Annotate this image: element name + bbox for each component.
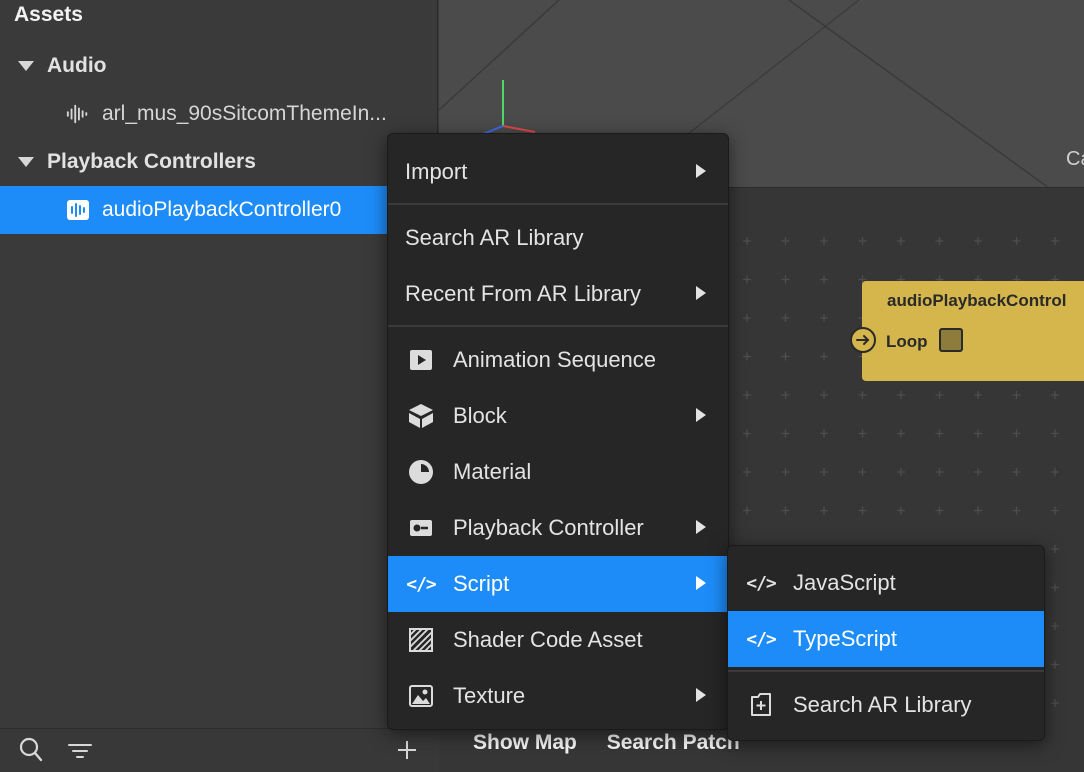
- playback-controller-icon: [408, 516, 434, 540]
- input-port-icon[interactable]: [850, 327, 876, 353]
- loop-checkbox[interactable]: [939, 328, 963, 352]
- menu-item-label: Animation Sequence: [453, 347, 657, 372]
- submenu-item-typescript[interactable]: </> TypeScript: [728, 611, 1044, 667]
- chevron-right-icon: [696, 576, 706, 590]
- menu-item-recent-ar-library[interactable]: Recent From AR Library: [388, 266, 728, 322]
- menu-item-label: TypeScript: [793, 626, 897, 651]
- menu-item-animation-sequence[interactable]: Animation Sequence: [388, 332, 728, 388]
- menu-divider: [388, 325, 728, 327]
- menu-item-label: Recent From AR Library: [405, 281, 641, 306]
- show-map-button[interactable]: Show Map: [473, 731, 577, 754]
- hatched-square-icon: [408, 628, 434, 652]
- chevron-down-icon[interactable]: [18, 61, 34, 71]
- menu-item-label: Block: [453, 403, 507, 428]
- menu-item-material[interactable]: Material: [388, 444, 728, 500]
- menu-item-import[interactable]: Import: [388, 144, 728, 200]
- audio-waveform-icon: [66, 102, 90, 126]
- assets-footer: [0, 728, 438, 772]
- tree-item-label: audioPlaybackController0: [102, 198, 342, 221]
- code-icon: </>: [746, 628, 777, 650]
- context-menu: Import Search AR Library Recent From AR …: [387, 133, 729, 730]
- menu-divider: [388, 203, 728, 205]
- search-icon[interactable]: [19, 737, 43, 768]
- tree-group-label: Audio: [47, 54, 107, 77]
- tree-item-label: arl_mus_90sSitcomThemeIn...: [102, 102, 387, 125]
- patch-port-label: Loop: [886, 332, 928, 351]
- tree-item-playback-controller[interactable]: audioPlaybackController0: [0, 186, 388, 234]
- tree-item-audio-file[interactable]: arl_mus_90sSitcomThemeIn...: [0, 90, 438, 138]
- menu-item-texture[interactable]: Texture: [388, 668, 728, 724]
- patch-node-title: audioPlaybackControl: [887, 291, 1067, 310]
- menu-item-script[interactable]: </> Script: [388, 556, 728, 612]
- menu-item-playback-controller[interactable]: Playback Controller: [388, 500, 728, 556]
- menu-item-shader-code-asset[interactable]: Shader Code Asset: [388, 612, 728, 668]
- play-square-icon: [408, 348, 434, 372]
- menu-divider: [728, 670, 1044, 672]
- camera-label: Ca: [1066, 148, 1084, 170]
- menu-item-label: Search AR Library: [405, 225, 584, 250]
- menu-item-label: Shader Code Asset: [453, 627, 643, 652]
- menu-item-label: Search AR Library: [793, 692, 972, 717]
- submenu-item-search-ar-library[interactable]: Search AR Library: [728, 677, 1044, 733]
- menu-item-label: Import: [405, 159, 468, 184]
- tree-group-playback-controllers[interactable]: Playback Controllers: [0, 138, 438, 186]
- tree-group-label: Playback Controllers: [47, 150, 256, 173]
- menu-item-label: Script: [453, 571, 510, 596]
- search-patch-button[interactable]: Search Patch: [607, 731, 740, 754]
- add-file-icon: [748, 693, 774, 717]
- menu-item-label: Texture: [453, 683, 526, 708]
- assets-panel: Assets Audio arl_mus_90sSitcomThemeIn...…: [0, 0, 438, 772]
- menu-item-label: Material: [453, 459, 532, 484]
- code-icon: </>: [406, 573, 437, 595]
- chevron-down-icon[interactable]: [18, 157, 34, 167]
- chevron-right-icon: [696, 408, 706, 422]
- chevron-right-icon: [696, 520, 706, 534]
- chevron-right-icon: [696, 688, 706, 702]
- image-icon: [408, 684, 434, 708]
- material-sphere-icon: [408, 460, 434, 484]
- menu-item-block[interactable]: Block: [388, 388, 728, 444]
- patch-node-audio-playback[interactable]: audioPlaybackControl Loop: [850, 281, 1084, 381]
- menu-item-label: JavaScript: [793, 570, 896, 595]
- menu-item-search-ar-library[interactable]: Search AR Library: [388, 210, 728, 266]
- script-submenu: </> JavaScript </> TypeScript Search AR …: [727, 545, 1045, 741]
- chevron-right-icon: [696, 164, 706, 178]
- code-icon: </>: [746, 572, 777, 594]
- cube-icon: [408, 404, 434, 428]
- assets-title: Assets: [14, 3, 83, 26]
- filter-icon[interactable]: [68, 741, 92, 766]
- menu-item-label: Playback Controller: [453, 515, 644, 540]
- playback-controller-icon: [66, 198, 90, 222]
- submenu-item-javascript[interactable]: </> JavaScript: [728, 555, 1044, 611]
- plus-icon[interactable]: [396, 739, 418, 766]
- patch-footer: Show Map Search Patch: [473, 731, 764, 755]
- tree-group-audio[interactable]: Audio: [0, 42, 438, 90]
- chevron-right-icon: [696, 286, 706, 300]
